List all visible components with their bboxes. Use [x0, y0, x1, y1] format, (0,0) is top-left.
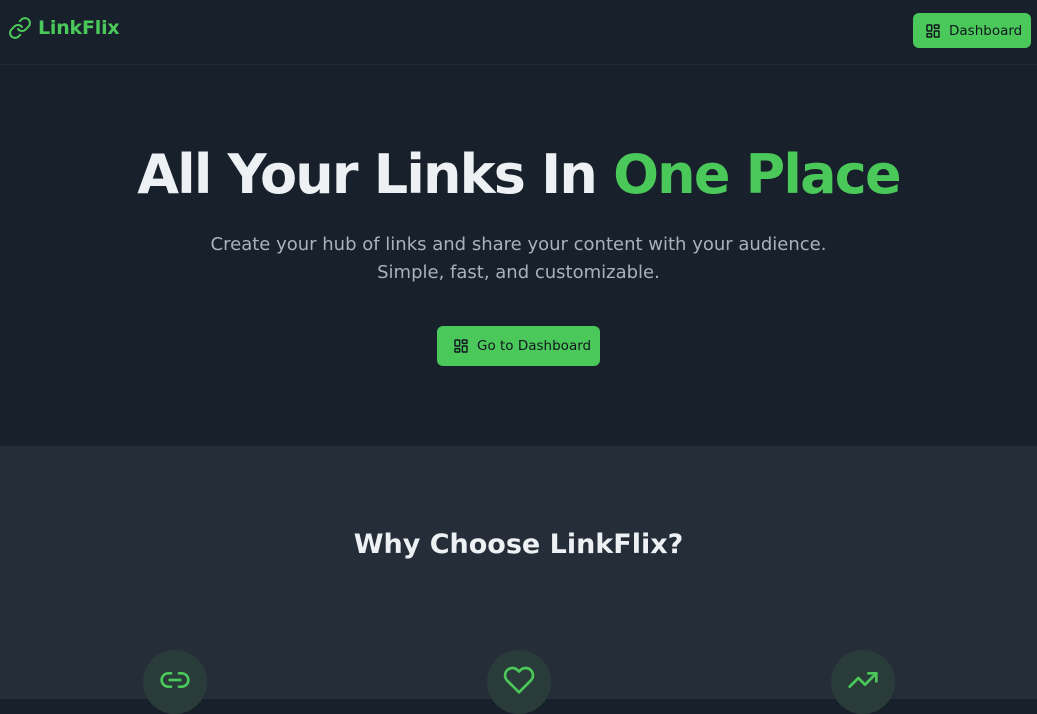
brand-name: LinkFlix: [38, 17, 120, 39]
top-nav: LinkFlix Dashboard: [0, 0, 1037, 65]
trending-up-icon: [847, 664, 879, 700]
hero-title-main: All Your Links In: [137, 143, 614, 206]
dashboard-icon: [453, 338, 469, 354]
feature-trending-icon-circle: [831, 650, 895, 714]
features-section: Why Choose LinkFlix?: [0, 446, 1037, 714]
features-title: Why Choose LinkFlix?: [353, 529, 684, 560]
dashboard-button[interactable]: Dashboard: [913, 13, 1031, 48]
feature-link-icon-circle: [143, 650, 207, 714]
brand-logo[interactable]: LinkFlix: [8, 16, 120, 40]
link-icon: [159, 664, 191, 700]
hero-title: All Your Links In One Place: [0, 145, 1037, 205]
dashboard-icon: [925, 23, 941, 39]
hero-subtitle: Create your hub of links and share your …: [0, 231, 1037, 287]
heart-icon: [503, 664, 535, 700]
dashboard-button-label: Dashboard: [949, 22, 1023, 39]
go-to-dashboard-button[interactable]: Go to Dashboard: [437, 326, 600, 366]
hero-subtitle-line-2: Simple, fast, and customizable.: [377, 262, 660, 283]
hero-section: All Your Links In One Place Create your …: [0, 65, 1037, 446]
hero-title-accent: One Place: [613, 143, 902, 206]
go-to-dashboard-label: Go to Dashboard: [477, 338, 592, 354]
link-icon: [8, 16, 32, 40]
hero-subtitle-line-1: Create your hub of links and share your …: [210, 234, 827, 255]
feature-heart-icon-circle: [487, 650, 551, 714]
